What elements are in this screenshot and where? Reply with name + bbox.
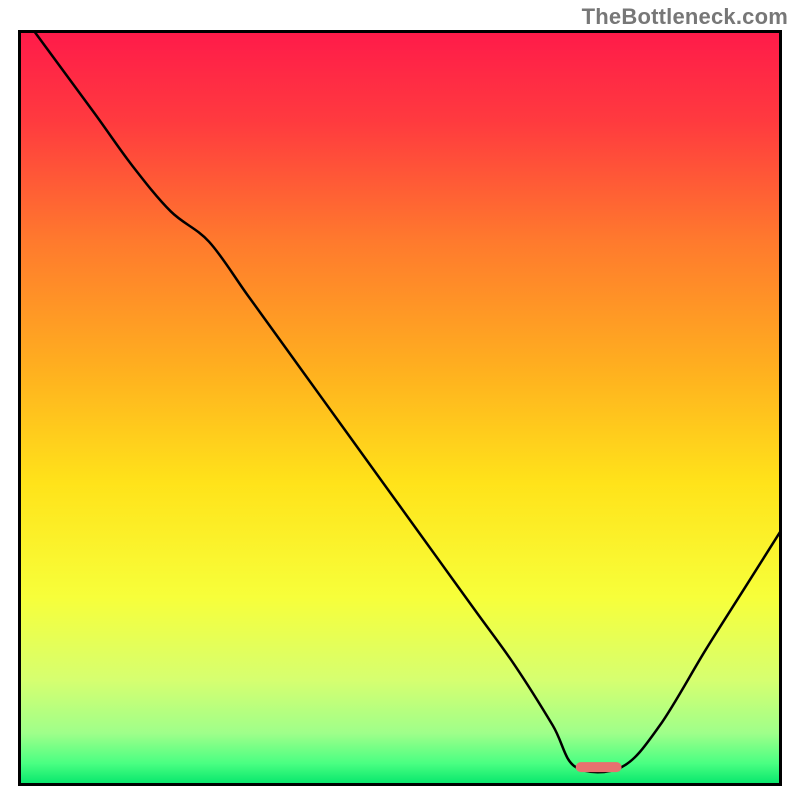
bottleneck-chart <box>18 30 782 786</box>
chart-container <box>18 30 782 786</box>
chart-background-gradient <box>18 30 782 786</box>
optimal-marker <box>576 762 622 772</box>
watermark-text: TheBottleneck.com <box>582 4 788 30</box>
